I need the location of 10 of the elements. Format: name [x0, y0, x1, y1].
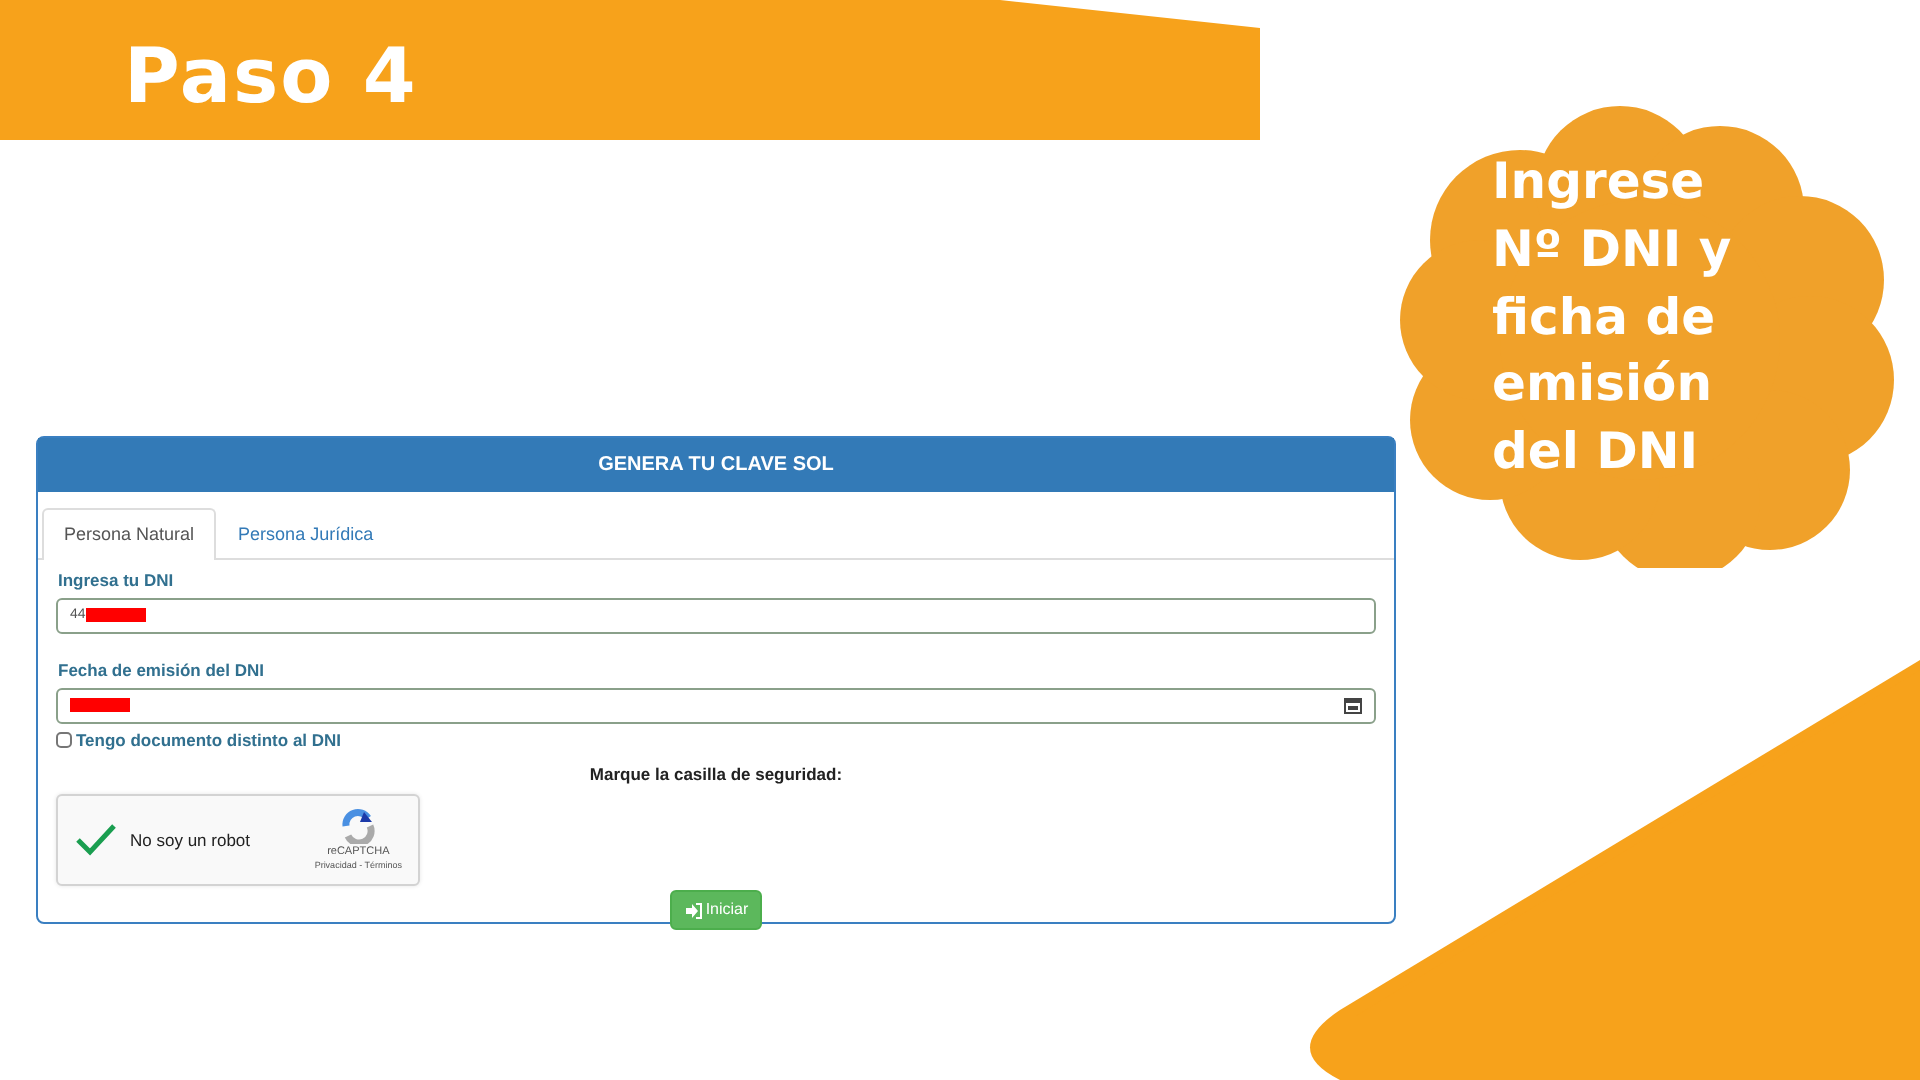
captcha-prompt: Marque la casilla de seguridad:	[587, 762, 845, 788]
field-label: Ingresa tu DNI	[58, 568, 176, 594]
field-label: Fecha de emisión del DNI	[58, 657, 266, 683]
checkbox-label: Tengo documento distinto al DNI	[76, 727, 342, 753]
tab[interactable]: Persona Jurídica	[216, 508, 396, 560]
slide-title: Paso 4	[124, 32, 418, 120]
callout-text: Ingrese Nº DNI y ficha de emisión del DNI	[1492, 150, 1734, 484]
tab[interactable]: Persona Natural	[42, 508, 217, 560]
captcha-label: No soy un robot	[130, 827, 253, 853]
form-header: GENERA TU CLAVE SOL	[38, 438, 1394, 492]
